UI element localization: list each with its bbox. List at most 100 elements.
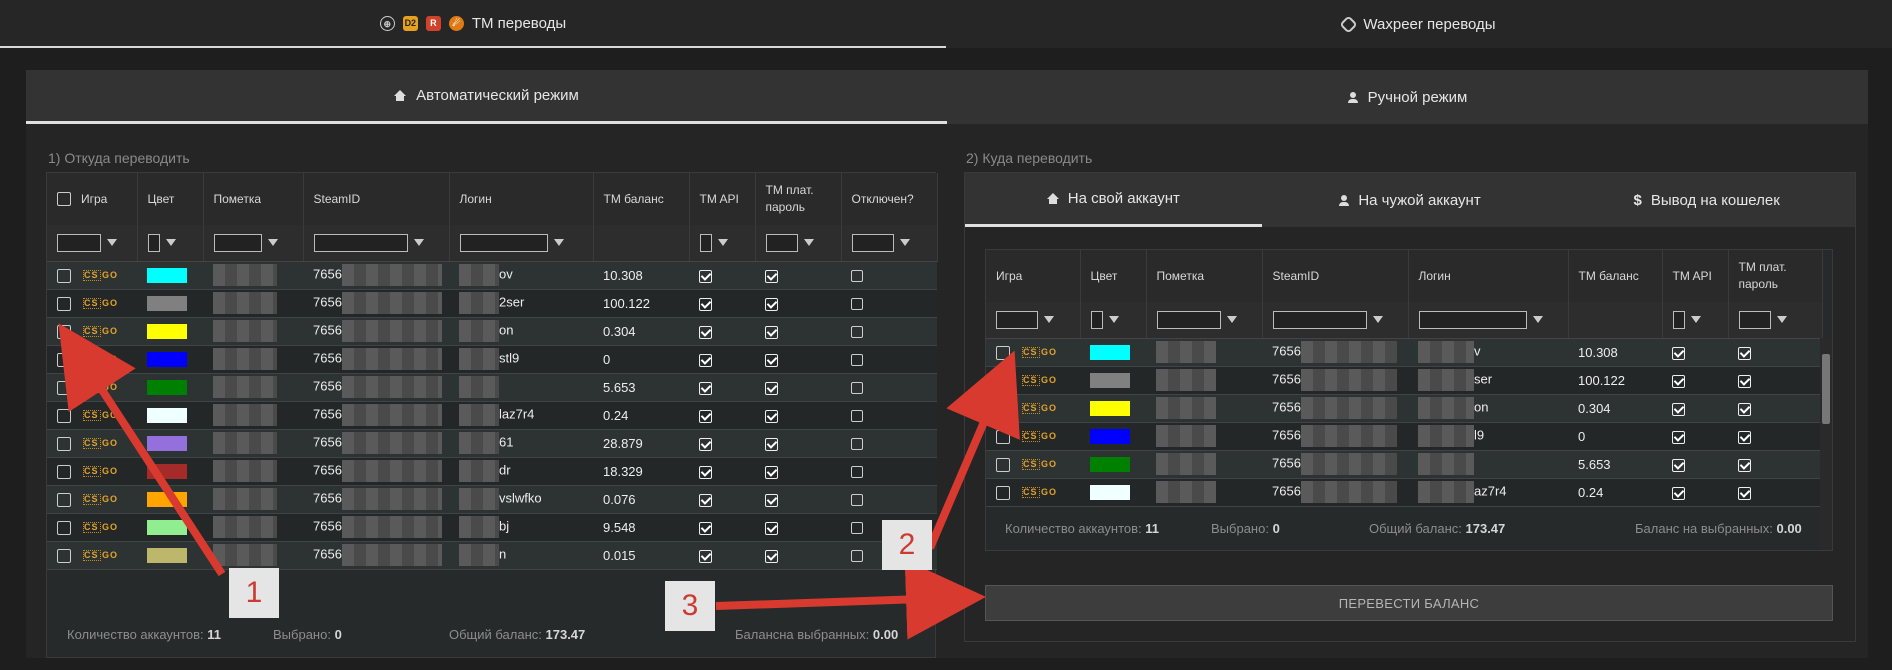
table-row[interactable]: CS GO 7656 61 28.879 — [47, 429, 937, 458]
filter-password-input[interactable] — [1738, 310, 1771, 329]
filter-steamid-input[interactable] — [313, 233, 408, 252]
tab-tm-transfers[interactable]: ⊕ D2 R ☄ TM переводы — [0, 0, 946, 48]
col-game[interactable]: Игра — [47, 173, 138, 225]
col-tm-balance[interactable]: TM баланс — [593, 173, 690, 225]
row-checkbox[interactable] — [57, 380, 71, 395]
filter-icon[interactable] — [1690, 316, 1701, 324]
col-tm-api[interactable]: TM API — [1662, 250, 1729, 302]
filter-icon[interactable] — [267, 239, 278, 247]
tab-manual-mode[interactable]: Ручной режим — [947, 70, 1868, 124]
col-note[interactable]: Пометка — [203, 173, 304, 225]
filter-icon[interactable] — [1372, 316, 1383, 324]
filter-api-input[interactable] — [699, 233, 712, 252]
col-tm-pay-password[interactable]: TM плат. пароль — [1728, 250, 1823, 302]
table-row[interactable]: CS GO 7656 on 0.304 — [986, 394, 1822, 423]
table-row[interactable]: CS GO 7656 l9 0 — [986, 422, 1822, 451]
col-steamid[interactable]: SteamID — [1262, 250, 1409, 302]
col-disabled[interactable]: Отключен? — [841, 173, 938, 225]
filter-icon[interactable] — [165, 239, 176, 247]
filter-api-input[interactable] — [1672, 310, 1685, 329]
tab-waxpeer-transfers[interactable]: Waxpeer переводы — [946, 0, 1892, 48]
table-row[interactable]: CS GO 7656 laz7r4 0.24 — [47, 401, 937, 430]
disabled-checkbox[interactable] — [851, 298, 863, 311]
filter-icon[interactable] — [1532, 316, 1543, 324]
col-login[interactable]: Логин — [449, 173, 594, 225]
row-checkbox[interactable] — [57, 296, 71, 311]
col-tm-pay-password[interactable]: TM плат. пароль — [755, 173, 842, 225]
select-all-checkbox[interactable] — [57, 192, 71, 207]
disabled-checkbox[interactable] — [851, 354, 863, 367]
filter-icon[interactable] — [1044, 316, 1054, 324]
filter-color-input[interactable] — [1090, 310, 1103, 329]
row-checkbox[interactable] — [996, 345, 1010, 360]
col-game[interactable]: Игра — [986, 250, 1081, 302]
disabled-checkbox[interactable] — [851, 270, 863, 283]
table-row[interactable]: CS GO 7656 ov 10.308 — [47, 261, 937, 290]
col-color[interactable]: Цвет — [137, 173, 204, 225]
dest-scrollbar[interactable] — [1820, 338, 1832, 550]
table-row[interactable]: CS GO 7656 2ser 100.122 — [47, 289, 937, 318]
col-steamid[interactable]: SteamID — [303, 173, 450, 225]
table-row[interactable]: CS GO 7656 ser 100.122 — [986, 366, 1822, 395]
row-checkbox[interactable] — [57, 408, 71, 423]
filter-steamid-input[interactable] — [1272, 310, 1367, 329]
table-row[interactable]: CS GO 7656 on 0.304 — [47, 317, 937, 346]
table-row[interactable]: CS GO 7656 n 0.015 — [47, 541, 937, 570]
filter-icon[interactable] — [1226, 316, 1237, 324]
table-row[interactable]: CS GO 7656 5.653 — [47, 373, 937, 402]
disabled-checkbox[interactable] — [851, 466, 863, 479]
disabled-checkbox[interactable] — [851, 326, 863, 339]
filter-color-input[interactable] — [147, 233, 160, 252]
disabled-checkbox[interactable] — [851, 522, 863, 535]
filter-game-input[interactable] — [57, 233, 101, 252]
table-row[interactable]: CS GO 7656 vslwfko 0.076 — [47, 485, 937, 514]
disabled-checkbox[interactable] — [851, 438, 863, 451]
table-row[interactable]: CS GO 7656 az7r4 0.24 — [986, 478, 1822, 507]
row-checkbox[interactable] — [57, 492, 71, 507]
row-checkbox[interactable] — [57, 324, 71, 339]
row-checkbox[interactable] — [996, 485, 1010, 500]
row-checkbox[interactable] — [996, 429, 1010, 444]
transfer-balance-button[interactable]: ПЕРЕВЕСТИ БАЛАНС — [985, 585, 1833, 621]
row-checkbox[interactable] — [996, 457, 1010, 472]
table-row[interactable]: CS GO 7656 5.653 — [986, 450, 1822, 479]
filter-password-input[interactable] — [765, 233, 798, 252]
filter-icon[interactable] — [717, 239, 728, 247]
filter-icon[interactable] — [413, 239, 424, 247]
disabled-checkbox[interactable] — [851, 410, 863, 423]
row-checkbox[interactable] — [57, 548, 71, 563]
tab-auto-mode[interactable]: Автоматический режим — [26, 70, 947, 124]
filter-note-input[interactable] — [213, 233, 262, 252]
tab-other-account[interactable]: На чужой аккаунт — [1262, 173, 1559, 227]
disabled-checkbox[interactable] — [851, 382, 863, 395]
col-note[interactable]: Пометка — [1146, 250, 1263, 302]
filter-login-input[interactable] — [459, 233, 548, 252]
row-checkbox[interactable] — [57, 464, 71, 479]
scroll-thumb[interactable] — [1822, 354, 1830, 424]
filter-icon[interactable] — [899, 239, 910, 247]
row-checkbox[interactable] — [996, 401, 1010, 416]
col-tm-balance[interactable]: TM баланс — [1568, 250, 1663, 302]
filter-disabled-input[interactable] — [851, 233, 894, 252]
row-checkbox[interactable] — [57, 352, 71, 367]
row-checkbox[interactable] — [57, 268, 71, 283]
col-login[interactable]: Логин — [1408, 250, 1569, 302]
tab-wallet-withdraw[interactable]: $ Вывод на кошелек — [1558, 173, 1855, 227]
filter-icon[interactable] — [553, 239, 564, 247]
row-checkbox[interactable] — [996, 373, 1010, 388]
disabled-checkbox[interactable] — [851, 494, 863, 507]
table-row[interactable]: CS GO 7656 v 10.308 — [986, 338, 1822, 367]
filter-icon[interactable] — [803, 239, 814, 247]
filter-game-input[interactable] — [996, 310, 1038, 329]
col-tm-api[interactable]: TM API — [689, 173, 756, 225]
filter-icon[interactable] — [107, 239, 117, 247]
disabled-checkbox[interactable] — [851, 550, 863, 563]
filter-login-input[interactable] — [1418, 310, 1527, 329]
filter-icon[interactable] — [1776, 316, 1787, 324]
col-color[interactable]: Цвет — [1080, 250, 1147, 302]
row-checkbox[interactable] — [57, 520, 71, 535]
table-row[interactable]: CS GO 7656 bj 9.548 — [47, 513, 937, 542]
row-checkbox[interactable] — [57, 436, 71, 451]
filter-icon[interactable] — [1108, 316, 1119, 324]
filter-note-input[interactable] — [1156, 310, 1221, 329]
